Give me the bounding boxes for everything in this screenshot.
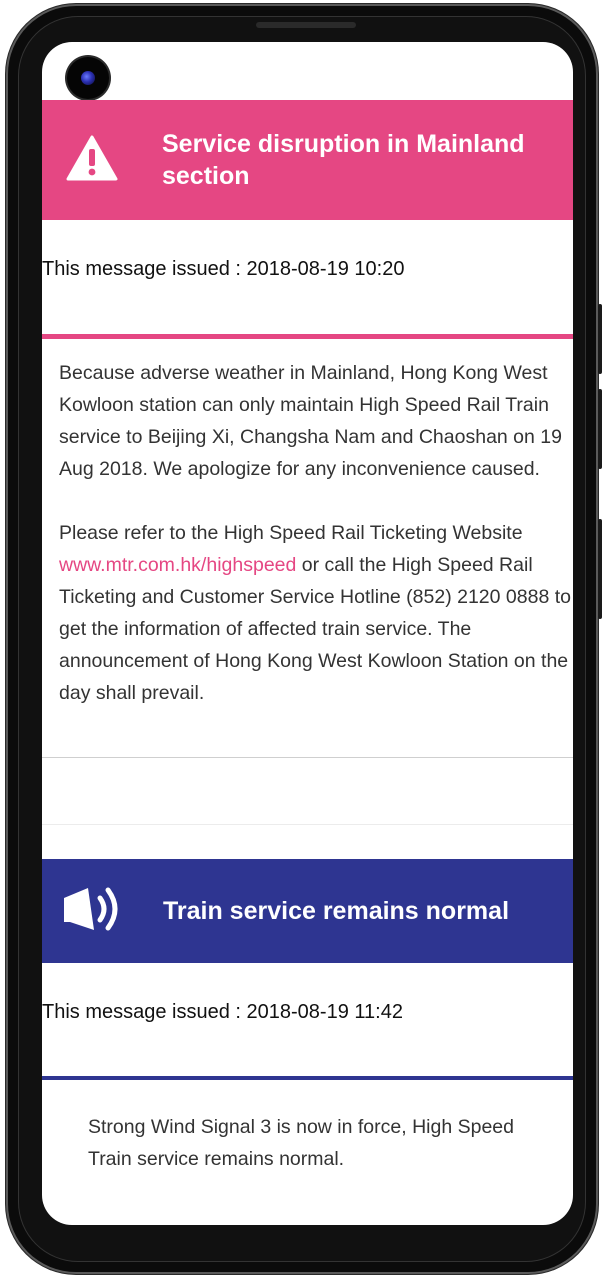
issued-timestamp: This message issued : 2018-08-19 10:20 bbox=[42, 258, 405, 280]
section-rule bbox=[42, 334, 573, 339]
alert-paragraph: Please refer to the High Speed Rail Tick… bbox=[59, 517, 573, 709]
alert-banner-normal: Train service remains normal bbox=[42, 859, 573, 963]
screen: Service disruption in Mainland section T… bbox=[42, 42, 573, 1225]
alert-banner-disruption: Service disruption in Mainland section bbox=[42, 100, 573, 220]
highspeed-website-link[interactable]: www.mtr.com.hk/highspeed bbox=[59, 554, 296, 576]
alert-title: Service disruption in Mainland section bbox=[162, 130, 525, 190]
power-button bbox=[598, 304, 602, 374]
section-rule bbox=[42, 1076, 573, 1080]
warning-icon bbox=[66, 135, 118, 186]
divider bbox=[42, 824, 573, 825]
volume-up-button bbox=[598, 389, 602, 469]
phone-frame: Service disruption in Mainland section T… bbox=[6, 4, 602, 1274]
front-camera bbox=[67, 57, 109, 99]
earpiece-speaker bbox=[256, 22, 356, 28]
alert-message: Because adverse weather in Mainland, Hon… bbox=[59, 357, 573, 709]
paragraph-text: Please refer to the High Speed Rail Tick… bbox=[59, 522, 523, 544]
alert-message: Strong Wind Signal 3 is now in force, Hi… bbox=[88, 1111, 553, 1175]
megaphone-icon bbox=[60, 878, 126, 945]
alert-title: Train service remains normal bbox=[163, 897, 510, 925]
issued-timestamp: This message issued : 2018-08-19 11:42 bbox=[42, 1001, 403, 1023]
paragraph-text: or call the High Speed Rail Ticketing an… bbox=[59, 554, 571, 704]
volume-down-button bbox=[598, 519, 602, 619]
alert-paragraph: Strong Wind Signal 3 is now in force, Hi… bbox=[88, 1116, 514, 1170]
alert-paragraph: Because adverse weather in Mainland, Hon… bbox=[59, 362, 562, 480]
divider bbox=[42, 757, 573, 758]
